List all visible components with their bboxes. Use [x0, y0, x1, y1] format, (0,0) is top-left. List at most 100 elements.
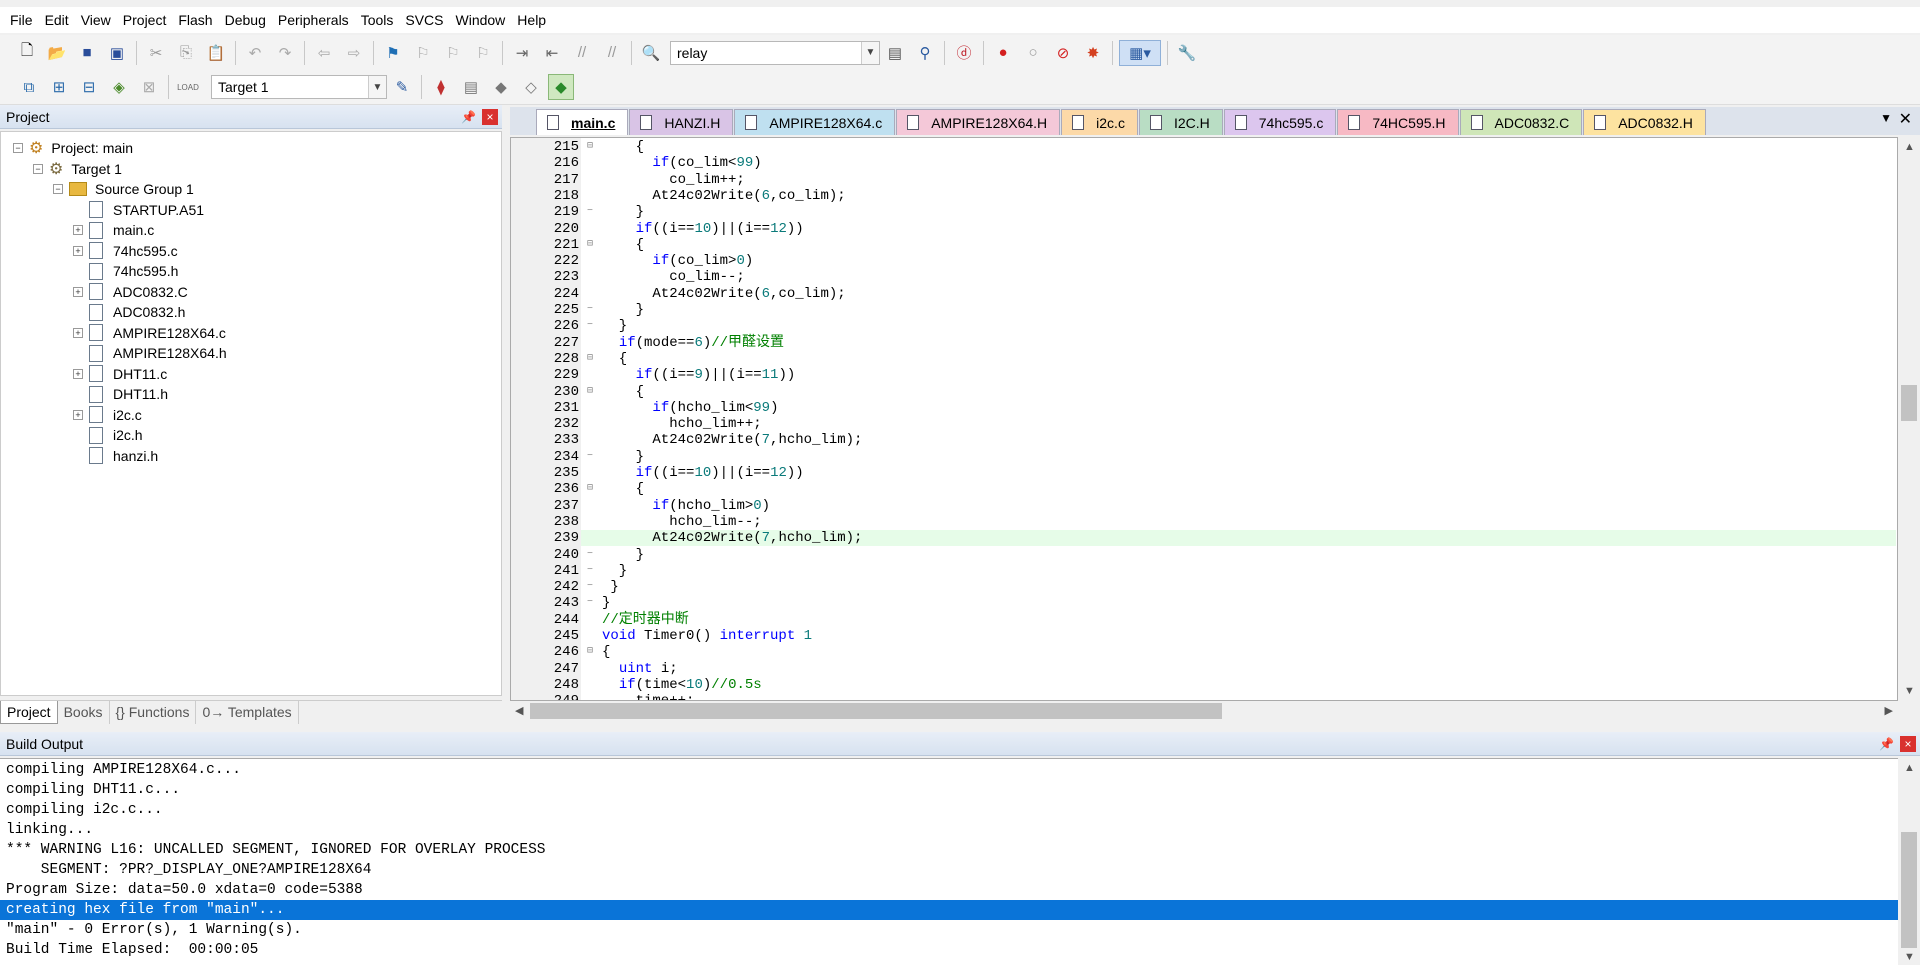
- menu-item-flash[interactable]: Flash: [172, 7, 218, 33]
- batch-build-icon[interactable]: ◈: [106, 74, 132, 100]
- fold-marker-icon[interactable]: ⊟: [587, 644, 593, 660]
- fold-marker-icon[interactable]: −: [587, 318, 593, 334]
- menu-item-project[interactable]: Project: [117, 7, 173, 33]
- output-line[interactable]: compiling AMPIRE128X64.c...: [0, 760, 1898, 780]
- scroll-up-icon[interactable]: ▲: [1904, 762, 1915, 774]
- output-line[interactable]: compiling i2c.c...: [0, 800, 1898, 820]
- tab-project[interactable]: Project: [0, 701, 58, 724]
- file-extensions-icon[interactable]: ⧫: [428, 74, 454, 100]
- menu-item-peripherals[interactable]: Peripherals: [272, 7, 355, 33]
- pin-icon[interactable]: 📌: [461, 105, 476, 129]
- tab-functions[interactable]: {} Functions: [110, 701, 197, 724]
- tab-books[interactable]: Books: [58, 701, 110, 724]
- fold-marker-icon[interactable]: −: [587, 579, 593, 595]
- fold-marker-icon[interactable]: −: [587, 449, 593, 465]
- scroll-left-icon[interactable]: ◀: [515, 704, 523, 717]
- expand-icon[interactable]: +: [73, 409, 83, 420]
- run-time-env-icon[interactable]: ◆: [548, 74, 574, 100]
- incremental-find-icon[interactable]: ⚲: [912, 40, 938, 66]
- output-line[interactable]: SEGMENT: ?PR?_DISPLAY_ONE?AMPIRE128X64: [0, 860, 1898, 880]
- expand-icon[interactable]: +: [73, 245, 83, 256]
- kill-all-breakpoints-icon[interactable]: ✸: [1080, 40, 1106, 66]
- configure-icon[interactable]: 🔧: [1174, 40, 1200, 66]
- uncomment-icon[interactable]: //: [599, 40, 625, 66]
- editor-tab[interactable]: HANZI.H: [629, 109, 734, 135]
- nav-back-icon[interactable]: ⇦: [311, 40, 337, 66]
- copy-icon[interactable]: ⎘: [173, 40, 199, 66]
- close-icon[interactable]: ×: [1900, 736, 1916, 752]
- fold-marker-icon[interactable]: ⊟: [587, 139, 593, 155]
- menu-item-tools[interactable]: Tools: [355, 7, 400, 33]
- close-icon[interactable]: ×: [482, 109, 498, 125]
- editor-tab[interactable]: 74hc595.c: [1223, 109, 1337, 135]
- open-file-icon[interactable]: 📂: [44, 40, 70, 66]
- target-options-icon[interactable]: ✎: [389, 74, 415, 100]
- fold-marker-icon[interactable]: ⊟: [587, 481, 593, 497]
- scrollbar-thumb[interactable]: [1901, 832, 1917, 948]
- build-output-scrollbar[interactable]: ▲ ▼: [1898, 758, 1920, 965]
- menu-item-file[interactable]: File: [0, 7, 39, 33]
- download-icon[interactable]: LOAD: [175, 74, 201, 100]
- find-icon[interactable]: ▤: [882, 40, 908, 66]
- target-select[interactable]: Target 1 ▼: [211, 75, 387, 99]
- manage-components-icon[interactable]: ▤: [458, 74, 484, 100]
- fold-marker-icon[interactable]: −: [587, 547, 593, 563]
- pack-installer-icon[interactable]: ◇: [518, 74, 544, 100]
- find-in-files-icon[interactable]: 🔍: [638, 40, 664, 66]
- fold-marker-icon[interactable]: ⊟: [587, 237, 593, 253]
- chevron-down-icon[interactable]: ▼: [1880, 111, 1892, 125]
- tree-item[interactable]: hanzi.h: [73, 444, 158, 468]
- scroll-right-icon[interactable]: ▶: [1885, 704, 1893, 717]
- output-line[interactable]: creating hex file from "main"...: [0, 900, 1898, 920]
- stop-build-icon[interactable]: ⊠: [136, 74, 162, 100]
- fold-marker-icon[interactable]: −: [587, 563, 593, 579]
- prev-bookmark-icon[interactable]: ⚐: [410, 40, 436, 66]
- new-file-icon[interactable]: 🗋: [14, 40, 40, 66]
- editor-tab[interactable]: ADC0832.H: [1583, 109, 1706, 135]
- scroll-up-icon[interactable]: ▲: [1904, 141, 1915, 153]
- find-combo[interactable]: relay ▼: [670, 40, 880, 65]
- breakpoint-icon[interactable]: ●: [990, 40, 1016, 66]
- editor-horizontal-scrollbar[interactable]: ◀ ▶: [510, 701, 1898, 721]
- scrollbar-thumb[interactable]: [1901, 385, 1917, 421]
- editor-tab[interactable]: 74HC595.H: [1337, 109, 1459, 135]
- chevron-down-icon[interactable]: ▼: [861, 41, 879, 64]
- expand-icon[interactable]: +: [73, 327, 83, 338]
- tab-templates[interactable]: 0→ Templates: [196, 701, 299, 724]
- menu-item-svcs[interactable]: SVCS: [399, 7, 449, 33]
- editor-tab[interactable]: main.c: [536, 109, 629, 135]
- save-icon[interactable]: ■: [74, 40, 100, 66]
- collapse-icon[interactable]: −: [13, 143, 23, 153]
- select-packs-icon[interactable]: ◆: [488, 74, 514, 100]
- undo-icon[interactable]: ↶: [242, 40, 268, 66]
- save-all-icon[interactable]: ▣: [104, 40, 130, 66]
- menu-item-edit[interactable]: Edit: [39, 7, 75, 33]
- code-editor[interactable]: 215 ⊟ {216 if(co_lim<99) 217 co_lim++; 218 …: [510, 137, 1898, 701]
- output-line[interactable]: Build Time Elapsed: 00:00:05: [0, 940, 1898, 960]
- output-line[interactable]: Program Size: data=50.0 xdata=0 code=538…: [0, 880, 1898, 900]
- fold-marker-icon[interactable]: ⊟: [587, 351, 593, 367]
- scroll-down-icon[interactable]: ▼: [1904, 951, 1915, 963]
- build-output-panel[interactable]: compiling AMPIRE128X64.c... compiling DHT…: [0, 758, 1920, 965]
- menu-item-help[interactable]: Help: [511, 7, 552, 33]
- output-line[interactable]: linking...: [0, 820, 1898, 840]
- scroll-down-icon[interactable]: ▼: [1904, 685, 1915, 697]
- menu-item-debug[interactable]: Debug: [219, 7, 272, 33]
- expand-icon[interactable]: +: [73, 225, 83, 235]
- paste-icon[interactable]: 📋: [203, 40, 229, 66]
- expand-icon[interactable]: +: [73, 286, 83, 297]
- menu-item-window[interactable]: Window: [450, 7, 512, 33]
- collapse-icon[interactable]: −: [53, 184, 63, 194]
- fold-marker-icon[interactable]: −: [587, 595, 593, 611]
- editor-vertical-scrollbar[interactable]: ▲ ▼: [1898, 137, 1920, 701]
- debug-session-icon[interactable]: ⓓ: [951, 40, 977, 66]
- nav-forward-icon[interactable]: ⇨: [341, 40, 367, 66]
- scrollbar-thumb[interactable]: [530, 703, 1222, 719]
- editor-tab[interactable]: AMPIRE128X64.c: [734, 109, 896, 135]
- next-bookmark-icon[interactable]: ⚐: [440, 40, 466, 66]
- redo-icon[interactable]: ↷: [272, 40, 298, 66]
- output-line[interactable]: "main" - 0 Error(s), 1 Warning(s).: [0, 920, 1898, 940]
- menu-item-view[interactable]: View: [75, 7, 117, 33]
- clear-bookmarks-icon[interactable]: ⚐: [470, 40, 496, 66]
- fold-marker-icon[interactable]: −: [587, 302, 593, 318]
